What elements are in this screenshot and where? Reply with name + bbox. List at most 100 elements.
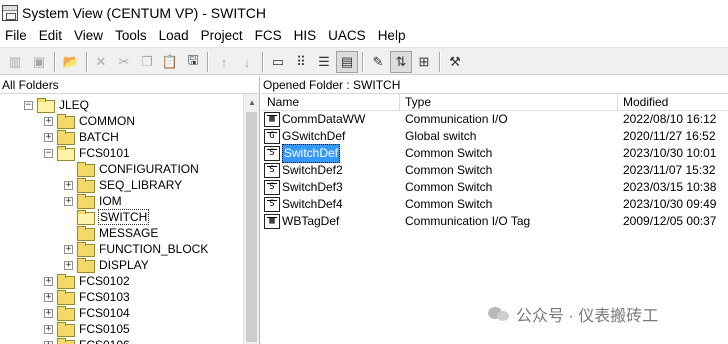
- collapse-icon[interactable]: −: [24, 100, 33, 110]
- tb-download-icon[interactable]: 🖫: [182, 51, 204, 73]
- tb-details-view-icon[interactable]: ▤: [336, 51, 358, 73]
- menu-view[interactable]: View: [68, 26, 109, 46]
- open-folder-icon: [37, 98, 55, 113]
- expand-icon[interactable]: +: [64, 196, 73, 206]
- tree-node[interactable]: + FCS0104: [44, 305, 131, 321]
- menu-fcs[interactable]: FCS: [249, 26, 288, 46]
- tb-cut-icon[interactable]: ✂: [113, 51, 135, 73]
- tb-paste-icon[interactable]: 📋: [159, 51, 181, 73]
- tb-open-folder-icon[interactable]: 📂: [60, 51, 82, 73]
- tree-node[interactable]: + FUNCTION_BLOCK: [64, 241, 209, 257]
- list-item[interactable]: S SwitchDef Common Switch 2023/10/30 10:01: [262, 144, 728, 163]
- tree-node-label: FUNCTION_BLOCK: [99, 242, 209, 256]
- list-item[interactable]: ▦ CommDataWW Communication I/O 2022/08/10 1…: [262, 111, 728, 128]
- tree-node[interactable]: + IOM: [64, 193, 123, 209]
- folder-icon: [77, 194, 95, 209]
- open-folder-icon: [57, 146, 75, 161]
- folder-icon: [77, 242, 95, 257]
- menu-bar: File Edit View Tools Load Project FCS HI…: [0, 26, 728, 46]
- item-type: Common Switch: [405, 163, 493, 177]
- tb-move-up-icon[interactable]: ↑: [213, 51, 235, 73]
- column-header-modified[interactable]: Modified: [618, 94, 728, 111]
- folder-icon: [57, 274, 75, 289]
- tb-list-view-icon[interactable]: ☰: [313, 51, 335, 73]
- expand-icon[interactable]: +: [44, 276, 53, 286]
- system-view-app-icon[interactable]: [2, 5, 18, 21]
- menu-file[interactable]: File: [0, 26, 33, 46]
- item-modified: 2020/11/27 16:52: [623, 129, 716, 143]
- tree-node[interactable]: + FCS0105: [44, 321, 131, 337]
- item-name: SwitchDef3: [282, 180, 343, 194]
- folder-icon: [57, 290, 75, 305]
- list-item[interactable]: S SwitchDef3 Common Switch 2023/03/15 10:38: [262, 179, 728, 196]
- tree-scrollbar[interactable]: ▲: [243, 94, 259, 344]
- toolbar-separator: [86, 52, 88, 72]
- tree-node-label: FCS0104: [79, 306, 130, 320]
- item-name-cell: S SwitchDef: [264, 144, 341, 163]
- menu-edit[interactable]: Edit: [33, 26, 68, 46]
- list-item[interactable]: S SwitchDef2 Common Switch 2023/11/07 15:32: [262, 162, 728, 179]
- tree-node-label: CONFIGURATION: [99, 162, 199, 176]
- tree-node[interactable]: MESSAGE: [64, 225, 159, 241]
- folder-icon: [57, 306, 75, 321]
- menu-his[interactable]: HIS: [288, 26, 323, 46]
- folder-icon: [77, 258, 95, 273]
- tb-copy-icon[interactable]: ❐: [136, 51, 158, 73]
- tree-node[interactable]: + FCS0102: [44, 273, 131, 289]
- toolbar-separator: [262, 52, 264, 72]
- tree-node-label: COMMON: [79, 114, 135, 128]
- column-header-type[interactable]: Type: [400, 94, 618, 111]
- tb-tools-icon[interactable]: ⚒: [444, 51, 466, 73]
- tree-node[interactable]: − FCS0101: [44, 145, 131, 161]
- tree-node-label: FCS0101: [79, 146, 130, 160]
- tree-node[interactable]: − JLEQ: [24, 97, 90, 113]
- tb-move-down-icon[interactable]: ↓: [236, 51, 258, 73]
- expand-icon[interactable]: +: [44, 340, 53, 344]
- expand-icon[interactable]: +: [64, 260, 73, 270]
- menu-help[interactable]: Help: [372, 26, 412, 46]
- list-item[interactable]: S SwitchDef4 Common Switch 2023/10/30 09:49: [262, 196, 728, 213]
- list-item[interactable]: ▦ WBTagDef Communication I/O Tag 2009/12/05…: [262, 213, 728, 230]
- tree-node[interactable]: + COMMON: [44, 113, 136, 129]
- scroll-up-arrow-icon[interactable]: ▲: [244, 94, 259, 110]
- expand-icon[interactable]: +: [44, 132, 53, 142]
- expand-icon[interactable]: +: [44, 308, 53, 318]
- tree-node[interactable]: + BATCH: [44, 129, 120, 145]
- menu-load[interactable]: Load: [153, 26, 195, 46]
- tree-node[interactable]: + FCS0103: [44, 289, 131, 305]
- list-header: Name Type Modified: [262, 94, 728, 111]
- tb-properties-icon[interactable]: ▥: [4, 51, 26, 73]
- item-name: GSwitchDef: [282, 129, 346, 143]
- collapse-icon[interactable]: −: [44, 148, 53, 158]
- item-name-cell: S SwitchDef4: [264, 196, 343, 213]
- expand-icon[interactable]: +: [64, 244, 73, 254]
- menu-uacs[interactable]: UACS: [322, 26, 372, 46]
- item-modified: 2022/08/10 16:12: [623, 112, 717, 126]
- tb-stop-icon[interactable]: ▣: [28, 51, 50, 73]
- expand-icon[interactable]: +: [64, 180, 73, 190]
- expand-icon[interactable]: +: [44, 324, 53, 334]
- tree-node[interactable]: CONFIGURATION: [64, 161, 200, 177]
- tree-node[interactable]: + FCS0106: [44, 337, 131, 344]
- tb-edit-icon[interactable]: ✎: [367, 51, 389, 73]
- common-switch-icon: S: [264, 146, 280, 161]
- item-name-cell: G GSwitchDef: [264, 128, 345, 145]
- menu-tools[interactable]: Tools: [109, 26, 153, 46]
- tree-node-label: MESSAGE: [99, 226, 159, 240]
- tb-sheet-icon[interactable]: ⊞: [413, 51, 435, 73]
- menu-project[interactable]: Project: [195, 26, 249, 46]
- tb-sort-icon[interactable]: ⇅: [390, 51, 412, 73]
- list-item[interactable]: G GSwitchDef Global switch 2020/11/27 16:52: [262, 128, 728, 145]
- item-modified: 2009/12/05 00:37: [623, 214, 717, 228]
- tb-large-icons-icon[interactable]: ▭: [267, 51, 289, 73]
- tree-node[interactable]: SWITCH: [64, 209, 150, 225]
- expand-icon[interactable]: +: [44, 116, 53, 126]
- tree-node[interactable]: + SEQ_LIBRARY: [64, 177, 183, 193]
- tree-node-label: IOM: [99, 194, 122, 208]
- tb-delete-icon[interactable]: ✕: [90, 51, 112, 73]
- tree-node[interactable]: + DISPLAY: [64, 257, 150, 273]
- tb-small-icons-icon[interactable]: ⠿: [290, 51, 312, 73]
- column-header-name[interactable]: Name: [262, 94, 400, 111]
- scrollbar-thumb[interactable]: [246, 112, 257, 342]
- expand-icon[interactable]: +: [44, 292, 53, 302]
